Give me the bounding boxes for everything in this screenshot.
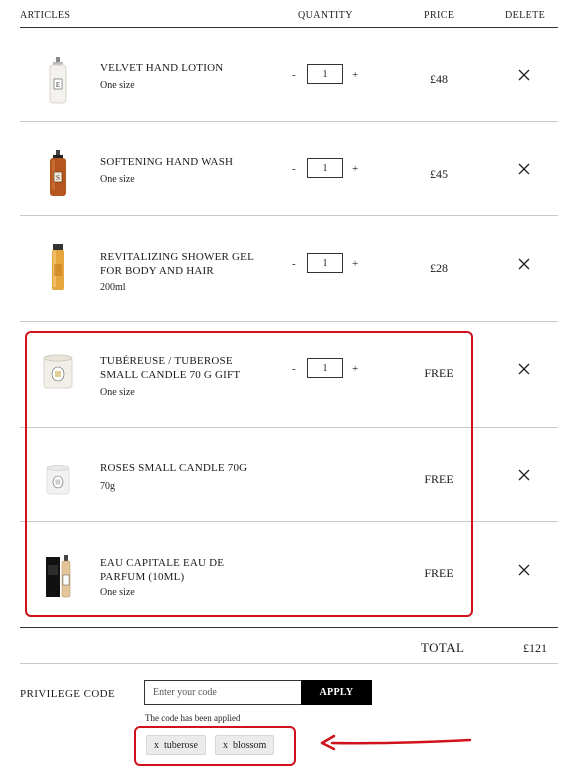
increase-quantity-button[interactable]: + — [352, 258, 358, 270]
close-icon[interactable] — [516, 361, 532, 377]
total-divider-top — [20, 627, 558, 628]
arrow-left-icon — [320, 734, 472, 751]
product-image-hand-wash-bottle: S — [50, 150, 66, 196]
decrease-quantity-button[interactable]: - — [292, 163, 296, 175]
column-header-articles: ARTICLES — [20, 10, 71, 21]
product-size: 200ml — [100, 282, 126, 293]
decrease-quantity-button[interactable]: - — [292, 258, 296, 270]
product-name[interactable]: SOFTENING HAND WASH — [100, 155, 270, 169]
product-price: £45 — [430, 167, 448, 181]
row-divider — [20, 121, 558, 122]
close-icon[interactable] — [516, 256, 532, 272]
applied-codes-highlight — [134, 726, 296, 766]
product-size: One size — [100, 80, 135, 91]
row-divider — [20, 215, 558, 216]
product-price: £48 — [430, 72, 448, 86]
increase-quantity-button[interactable]: + — [352, 69, 358, 81]
total-divider-bottom — [20, 663, 558, 664]
privilege-code-input[interactable] — [144, 680, 301, 705]
row-divider — [20, 321, 558, 322]
apply-button[interactable]: APPLY — [301, 680, 372, 705]
product-name[interactable]: VELVET HAND LOTION — [100, 61, 270, 75]
svg-text:S: S — [56, 174, 60, 182]
product-size: One size — [100, 174, 135, 185]
total-label: TOTAL — [421, 640, 465, 655]
column-header-delete: DELETE — [505, 10, 546, 21]
quantity-field[interactable]: 1 — [307, 253, 343, 273]
column-header-price: PRICE — [424, 10, 455, 21]
close-icon[interactable] — [516, 67, 532, 83]
decrease-quantity-button[interactable]: - — [292, 69, 296, 81]
free-items-highlight — [25, 331, 473, 617]
product-price: £28 — [430, 261, 448, 275]
privilege-code-label: PRIVILEGE CODE — [20, 688, 116, 700]
quantity-field[interactable]: 1 — [307, 64, 343, 84]
svg-text:E: E — [56, 81, 60, 89]
quantity-field[interactable]: 1 — [307, 158, 343, 178]
product-image-shower-gel-tube — [52, 244, 64, 290]
column-header-quantity: QUANTITY — [298, 10, 353, 21]
header-divider — [20, 27, 558, 28]
product-image-lotion-bottle: E — [49, 57, 67, 104]
total-value: £121 — [523, 641, 547, 655]
product-name[interactable]: REVITALIZING SHOWER GEL FOR BODY AND HAI… — [100, 250, 270, 278]
increase-quantity-button[interactable]: + — [352, 163, 358, 175]
close-icon[interactable] — [516, 161, 532, 177]
close-icon[interactable] — [516, 467, 532, 483]
code-applied-message: The code has been applied — [145, 713, 241, 723]
close-icon[interactable] — [516, 562, 532, 578]
